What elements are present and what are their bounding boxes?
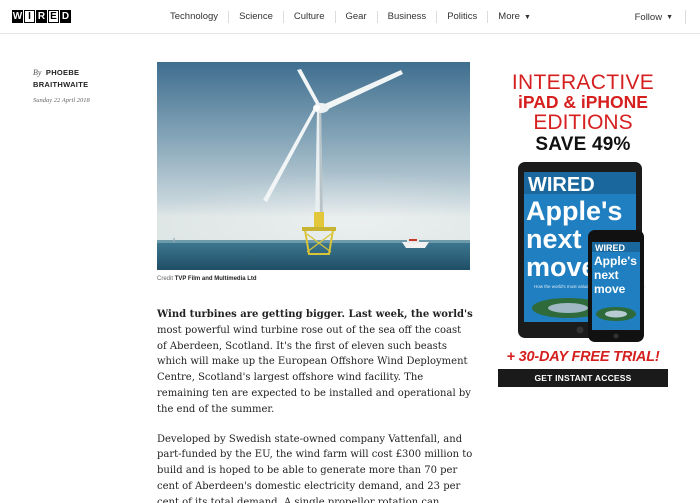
chevron-down-icon: ▼ <box>666 13 673 21</box>
author-name-first[interactable]: PHOEBE <box>46 68 79 77</box>
nav-technology[interactable]: Technology <box>160 11 230 23</box>
ad-discount: SAVE 49% <box>535 133 631 155</box>
nav-gear[interactable]: Gear <box>336 11 378 23</box>
logo-letter: R <box>36 10 47 23</box>
article-paragraph: Wind turbines are getting bigger. Last w… <box>157 307 473 418</box>
nav-more-menu[interactable]: More ▼ <box>488 11 541 24</box>
ad-headline: INTERACTIVE <box>511 71 655 94</box>
logo-letter: D <box>60 10 71 23</box>
nav-science[interactable]: Science <box>229 11 284 23</box>
image-credit: Credit TVP Film and Multimedia Ltd <box>157 276 257 282</box>
nav-politics[interactable]: Politics <box>437 11 489 23</box>
article-paragraph-text: most powerful wind turbine rose out of t… <box>157 324 471 415</box>
wind-turbine-photo <box>157 62 470 270</box>
ad-free-trial: + 30-DAY FREE TRIAL! <box>506 348 660 365</box>
credit-prefix: Credit <box>157 276 174 282</box>
logo-letter: E <box>48 10 59 23</box>
nav-culture[interactable]: Culture <box>284 11 336 23</box>
phone-masthead: WIRED <box>595 243 625 253</box>
top-navigation-bar: W I R E D Technology Science Culture Gea… <box>0 0 700 34</box>
phone-headline: Apple's <box>594 254 637 268</box>
phone-headline: move <box>594 282 626 296</box>
ad-headline: EDITIONS <box>533 110 633 134</box>
credit-name: TVP Film and Multimedia Ltd <box>174 276 257 282</box>
subscription-advert[interactable]: INTERACTIVE iPAD & iPHONE EDITIONS SAVE … <box>498 71 668 387</box>
tablet-masthead: WIRED <box>528 174 595 196</box>
get-instant-access-button[interactable]: GET INSTANT ACCESS <box>498 368 668 387</box>
logo-letter: W <box>12 10 23 23</box>
chevron-down-icon: ▼ <box>523 13 531 21</box>
article-byline: By PHOEBE BRAITHWAITE Sunday 22 April 20… <box>33 62 143 104</box>
author-name-last[interactable]: BRAITHWAITE <box>33 80 143 90</box>
tablet-headline: move <box>526 252 597 282</box>
divider <box>685 10 686 24</box>
article-paragraph: Developed by Swedish state-owned company… <box>157 433 473 503</box>
nav-business[interactable]: Business <box>378 11 438 23</box>
byline-prefix: By <box>33 68 42 77</box>
follow-label: Follow <box>634 11 663 23</box>
ad-headline: iPAD & iPHONE <box>518 92 648 112</box>
phone-headline: next <box>594 268 619 282</box>
tablet-and-phone-illustration: WIRED Apple's next move How the world's … <box>518 161 646 342</box>
ad-device-images: WIRED Apple's next move How the world's … <box>498 158 668 344</box>
tablet-headline: Apple's <box>526 196 622 226</box>
hero-image <box>157 62 470 270</box>
section-nav: Technology Science Culture Gear Business… <box>160 0 541 34</box>
tablet-headline: next <box>526 224 582 254</box>
follow-menu[interactable]: Follow ▼ <box>635 0 686 34</box>
wired-logo[interactable]: W I R E D <box>12 10 72 23</box>
publish-date: Sunday 22 April 2018 <box>33 97 90 104</box>
nav-more-label: More <box>498 10 520 22</box>
article-lead: Wind turbines are getting bigger. Last w… <box>157 309 473 320</box>
logo-letter: I <box>24 10 35 23</box>
article-body: Wind turbines are getting bigger. Last w… <box>157 307 473 503</box>
